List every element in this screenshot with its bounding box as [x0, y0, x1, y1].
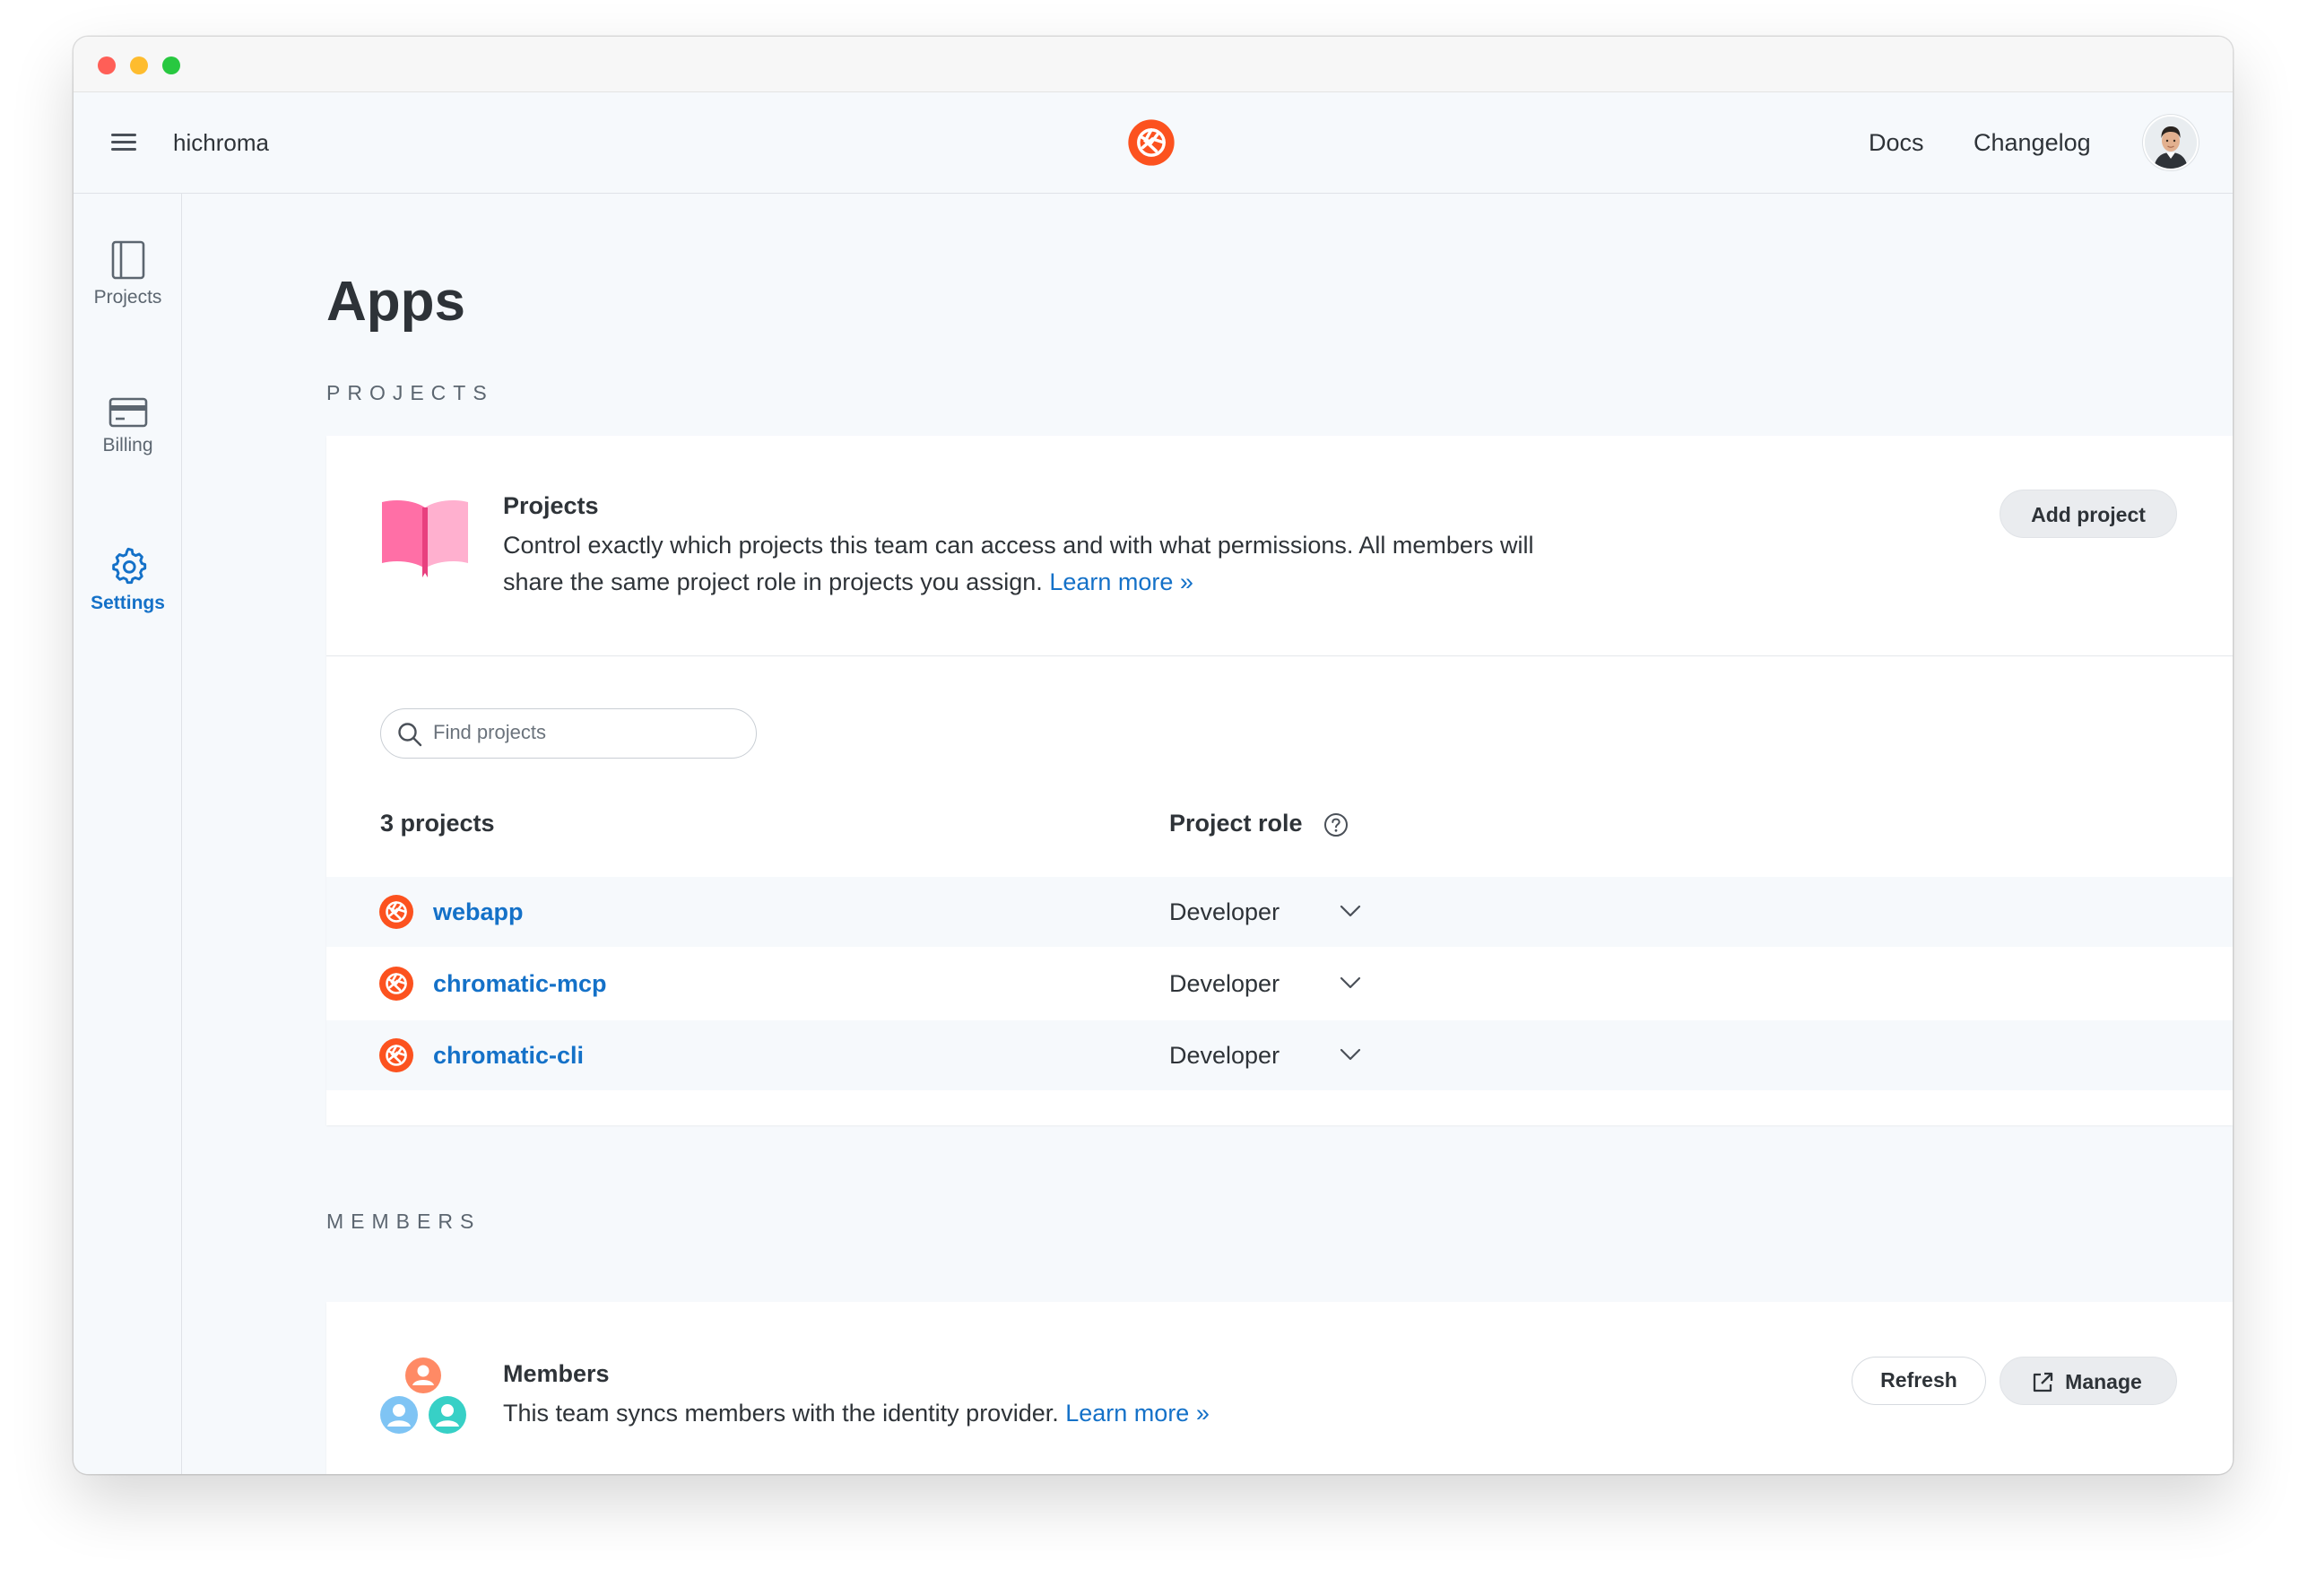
project-role-header: Project role — [1169, 810, 1303, 837]
table-row[interactable]: webapp Developer — [326, 877, 2233, 947]
members-card-description: This team syncs members with the identit… — [503, 1395, 1669, 1432]
sidebar-item-label: Billing — [102, 435, 153, 455]
members-learn-more-link[interactable]: Learn more » — [1065, 1400, 1210, 1427]
projects-card-title: Projects — [503, 492, 599, 519]
project-name-link[interactable]: chromatic-cli — [433, 1038, 584, 1072]
avatar[interactable] — [2145, 117, 2197, 169]
projects-card-description: Control exactly which projects this team… — [503, 527, 1579, 601]
search-icon — [398, 723, 422, 747]
minimize-window-button[interactable] — [130, 56, 148, 74]
sidebar-item-projects[interactable]: Projects — [74, 240, 182, 308]
nav-changelog-link[interactable]: Changelog — [1974, 126, 2091, 160]
project-role-dropdown[interactable]: Developer — [1169, 895, 1280, 929]
projects-count: 3 projects — [380, 810, 495, 837]
section-label-projects: PROJECTS — [326, 381, 494, 404]
section-label-members: MEMBERS — [326, 1210, 481, 1233]
find-projects-search[interactable] — [380, 708, 757, 759]
pink-book-icon — [382, 500, 468, 577]
manage-button[interactable]: Manage — [2000, 1357, 2177, 1405]
project-name-link[interactable]: webapp — [433, 895, 524, 929]
add-project-button[interactable]: Add project — [2000, 490, 2177, 538]
sidebar-item-billing[interactable]: Billing — [74, 397, 182, 456]
book-icon — [111, 240, 144, 280]
team-name[interactable]: hichroma — [173, 126, 269, 159]
chevron-down-icon[interactable] — [1340, 976, 1361, 990]
sidebar-item-settings[interactable]: Settings — [74, 546, 182, 614]
refresh-button[interactable]: Refresh — [1852, 1357, 1986, 1405]
members-group-icon — [380, 1357, 466, 1434]
sidebar-item-label: Settings — [91, 593, 165, 613]
search-input[interactable] — [433, 716, 738, 749]
chromatic-logo-icon — [378, 894, 414, 930]
external-link-icon — [2033, 1372, 2053, 1392]
credit-card-icon — [108, 397, 147, 428]
project-role-dropdown[interactable]: Developer — [1169, 1038, 1280, 1072]
chromatic-logo-icon[interactable] — [1127, 118, 1176, 167]
projects-card: Projects Control exactly which projects … — [326, 436, 2233, 1125]
gear-icon — [111, 547, 146, 585]
chevron-down-icon[interactable] — [1340, 1047, 1361, 1062]
browser-window: hichroma Docs Changelog Projects Billing… — [74, 37, 2233, 1474]
window-titlebar — [74, 37, 2233, 92]
manage-button-label: Manage — [2065, 1370, 2142, 1393]
card-divider — [326, 655, 2233, 656]
chromatic-logo-icon — [378, 966, 414, 1002]
close-window-button[interactable] — [98, 56, 116, 74]
user-avatar-icon — [2145, 117, 2197, 169]
sidebar: Projects Billing Settings — [74, 194, 182, 1474]
app-header: hichroma Docs Changelog — [74, 92, 2233, 194]
members-card-title: Members — [503, 1360, 610, 1387]
table-row[interactable]: chromatic-mcp Developer — [326, 949, 2233, 1019]
table-row[interactable]: chromatic-cli Developer — [326, 1020, 2233, 1090]
project-name-link[interactable]: chromatic-mcp — [433, 967, 607, 1001]
nav-docs-link[interactable]: Docs — [1869, 126, 1924, 160]
help-icon[interactable] — [1323, 812, 1349, 837]
project-role-dropdown[interactable]: Developer — [1169, 967, 1280, 1001]
projects-description-text: Control exactly which projects this team… — [503, 532, 1534, 595]
members-description-text: This team syncs members with the identit… — [503, 1400, 1059, 1427]
main-content: Apps PROJECTS Projects Control exactly w… — [182, 194, 2233, 1474]
members-card: Members This team syncs members with the… — [326, 1302, 2233, 1474]
sidebar-item-label: Projects — [93, 287, 162, 308]
chevron-down-icon[interactable] — [1340, 904, 1361, 918]
projects-learn-more-link[interactable]: Learn more » — [1049, 568, 1193, 595]
chromatic-logo-icon — [378, 1037, 414, 1073]
maximize-window-button[interactable] — [162, 56, 180, 74]
page-title: Apps — [326, 271, 465, 333]
menu-icon[interactable] — [111, 132, 136, 152]
